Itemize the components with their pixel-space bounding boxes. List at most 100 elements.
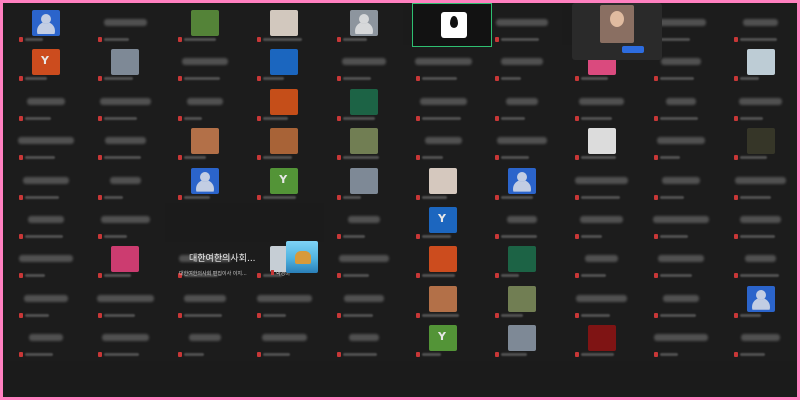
participant-tile[interactable] — [482, 163, 562, 203]
participant-tile[interactable] — [641, 281, 721, 322]
participant-tile[interactable] — [403, 321, 483, 361]
participant-tile[interactable] — [244, 321, 324, 361]
participant-tile[interactable] — [244, 124, 324, 164]
participant-tile[interactable] — [164, 6, 245, 46]
participant-tile[interactable] — [164, 84, 245, 125]
participant-caption-blurred — [660, 38, 691, 41]
participant-name-blurred — [101, 334, 149, 342]
participant-tile[interactable] — [561, 281, 642, 322]
participant-tile[interactable] — [720, 281, 797, 322]
participant-name-blurred — [24, 294, 68, 302]
participant-tile[interactable] — [561, 84, 642, 125]
participant-tile[interactable] — [244, 6, 324, 46]
participant-tile[interactable] — [164, 45, 245, 85]
participant-tile[interactable] — [323, 321, 403, 361]
participant-tile[interactable] — [561, 124, 642, 164]
participant-tile[interactable] — [323, 203, 403, 243]
participant-caption-blurred — [422, 195, 447, 199]
mic-muted-icon — [19, 352, 23, 358]
participant-tile[interactable] — [6, 321, 86, 361]
participant-tile[interactable] — [244, 45, 324, 85]
participant-tile[interactable] — [164, 163, 245, 203]
participant-tile[interactable] — [6, 281, 86, 322]
participant-tile[interactable] — [403, 84, 483, 125]
participant-tile[interactable] — [720, 203, 797, 243]
participant-tile[interactable] — [720, 242, 797, 282]
participant-tile[interactable] — [403, 45, 483, 85]
participant-tile[interactable] — [85, 163, 165, 203]
participant-tile[interactable] — [85, 281, 165, 322]
self-view[interactable] — [572, 3, 662, 60]
self-view-button[interactable] — [622, 46, 644, 53]
participant-tile[interactable] — [164, 124, 245, 164]
participant-tile[interactable] — [244, 84, 324, 125]
participant-tile[interactable] — [641, 124, 721, 164]
participant-tile[interactable] — [164, 321, 245, 361]
participant-tile[interactable] — [720, 124, 797, 164]
participant-tile[interactable] — [6, 84, 86, 125]
participant-avatar — [270, 10, 299, 36]
participant-avatar — [429, 325, 457, 352]
participant-tile[interactable] — [403, 203, 483, 243]
participant-tile[interactable] — [482, 242, 562, 282]
participant-tile[interactable] — [641, 321, 721, 361]
participant-tile[interactable] — [244, 163, 324, 203]
participant-tile[interactable] — [164, 281, 245, 322]
participant-tile[interactable] — [482, 6, 562, 46]
highlighted-participant-tile[interactable]: 대한여한의사회... 대한여한의사회 편집이사 이지... 박경미 — [175, 239, 325, 283]
participant-avatar — [587, 325, 616, 352]
participant-tile[interactable] — [85, 6, 165, 46]
participant-tile[interactable] — [482, 321, 562, 361]
mic-muted-icon — [19, 115, 23, 121]
participant-tile[interactable] — [323, 45, 403, 85]
participant-tile[interactable] — [720, 321, 797, 361]
participant-tile[interactable] — [482, 124, 562, 164]
participant-tile[interactable] — [403, 163, 483, 203]
participant-tile[interactable] — [323, 84, 403, 125]
participant-tile[interactable] — [641, 163, 721, 203]
participant-tile[interactable] — [482, 281, 562, 322]
participant-caption-blurred — [422, 313, 459, 317]
mic-muted-icon — [177, 312, 182, 318]
participant-tile[interactable] — [323, 163, 403, 203]
participant-tile[interactable] — [561, 242, 642, 282]
participant-tile[interactable] — [6, 163, 86, 203]
participant-tile[interactable] — [6, 45, 86, 85]
participant-tile[interactable] — [482, 203, 562, 243]
participant-tile[interactable] — [323, 6, 403, 46]
participant-tile[interactable] — [403, 281, 483, 322]
participant-tile[interactable] — [6, 203, 86, 243]
participant-caption-blurred — [501, 195, 534, 199]
participant-caption-blurred — [25, 156, 55, 160]
participant-tile[interactable] — [720, 84, 797, 125]
participant-tile[interactable] — [641, 242, 721, 282]
participant-tile[interactable] — [85, 321, 165, 361]
participant-tile[interactable] — [6, 242, 86, 282]
participant-tile[interactable] — [85, 124, 165, 164]
participant-tile[interactable] — [85, 242, 165, 282]
participant-tile[interactable] — [85, 203, 165, 243]
participant-tile[interactable] — [720, 45, 797, 85]
participant-tile[interactable] — [403, 242, 483, 282]
participant-tile[interactable] — [561, 203, 642, 243]
participant-tile[interactable] — [244, 281, 324, 322]
participant-caption-blurred — [580, 353, 614, 357]
participant-tile[interactable] — [6, 124, 86, 164]
participant-tile[interactable] — [323, 281, 403, 322]
participant-tile[interactable] — [641, 203, 721, 243]
participant-tile[interactable] — [323, 242, 403, 282]
participant-tile[interactable] — [641, 84, 721, 125]
mic-muted-icon — [654, 352, 659, 358]
participant-tile[interactable] — [482, 84, 562, 125]
participant-tile[interactable] — [482, 45, 562, 85]
participant-tile[interactable] — [323, 124, 403, 164]
participant-tile[interactable] — [85, 45, 165, 85]
participant-tile[interactable] — [720, 6, 797, 46]
participant-tile[interactable] — [6, 6, 86, 46]
participant-tile[interactable] — [561, 321, 642, 361]
active-speaker-tile[interactable] — [412, 3, 492, 47]
participant-tile[interactable] — [85, 84, 165, 125]
participant-tile[interactable] — [720, 163, 797, 203]
participant-tile[interactable] — [561, 163, 642, 203]
participant-tile[interactable] — [403, 124, 483, 164]
